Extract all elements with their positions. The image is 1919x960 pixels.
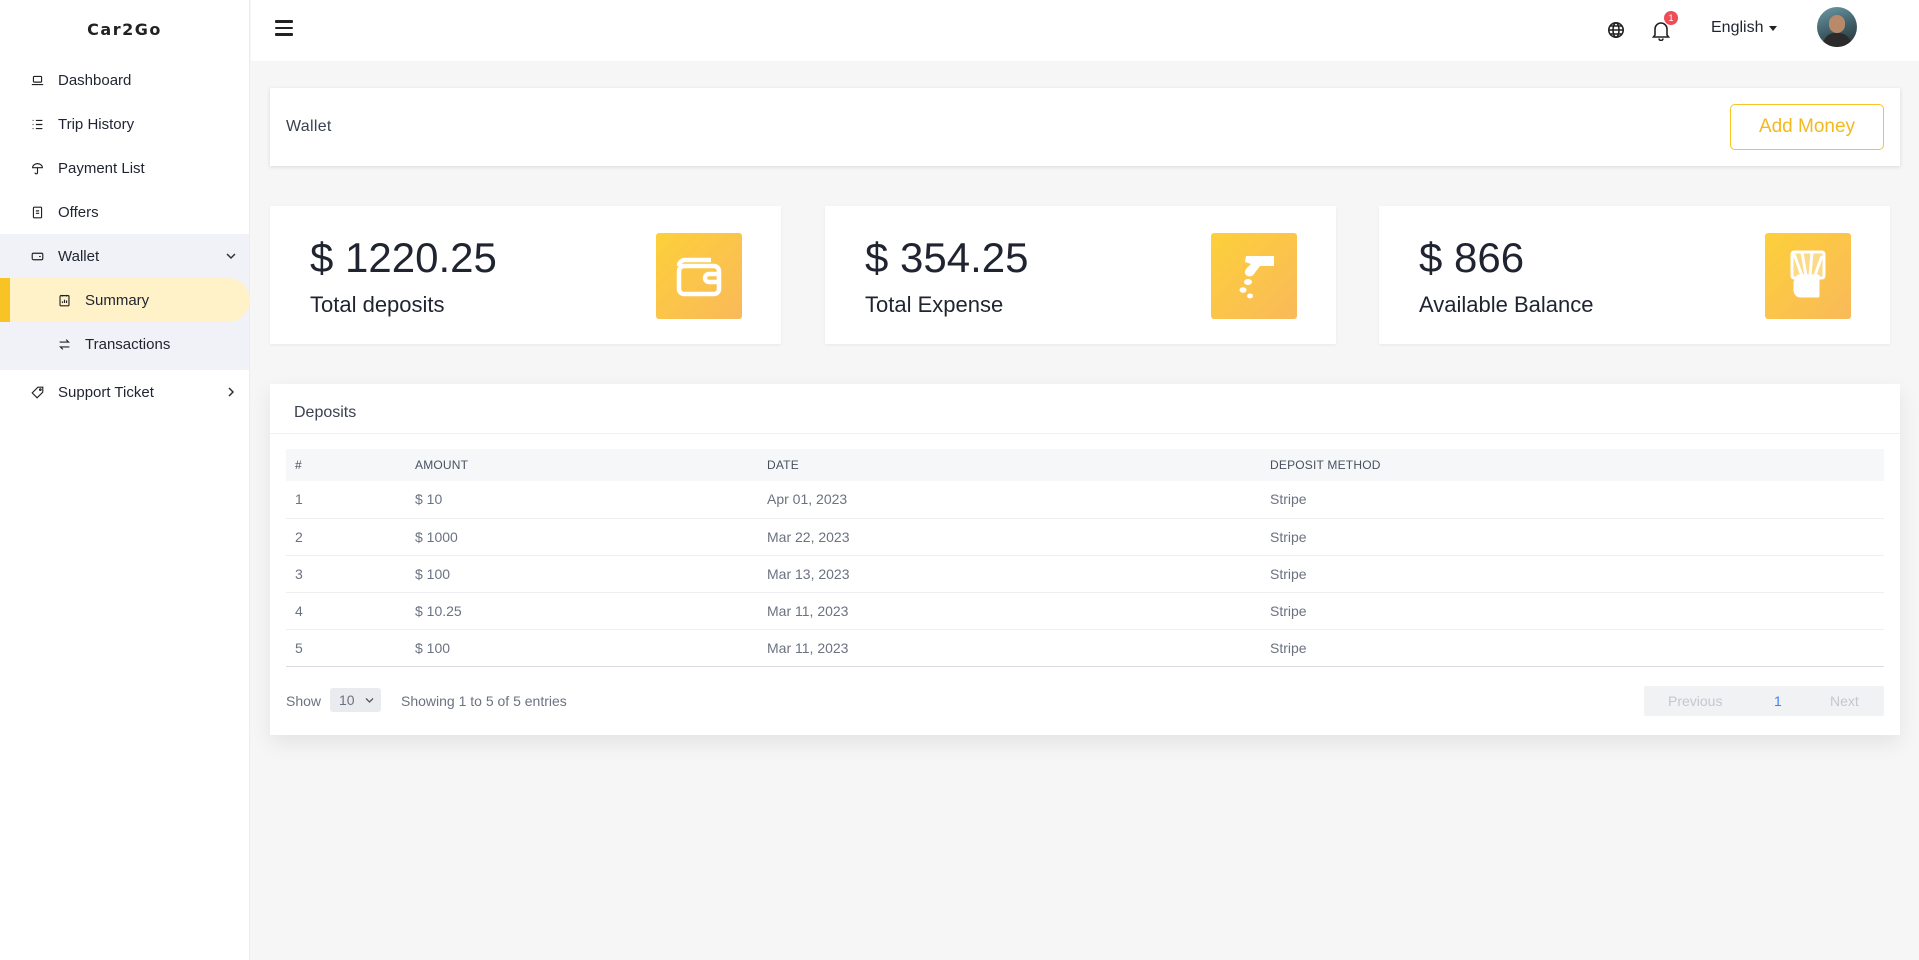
menu-toggle-icon[interactable]: [275, 20, 293, 36]
cell-method: Stripe: [1261, 481, 1884, 519]
divider: [270, 433, 1900, 434]
brand-logo[interactable]: Car2Go: [0, 0, 249, 58]
entries-info: Showing 1 to 5 of 5 entries: [401, 693, 567, 709]
sidebar-item-trip-history[interactable]: Trip History: [0, 102, 249, 146]
stat-card-available-balance: $ 866 Available Balance: [1379, 206, 1890, 344]
deposits-card: Deposits # AMOUNT DATE DEPOSIT METHOD 1 …: [270, 384, 1900, 735]
cell-method: Stripe: [1261, 555, 1884, 593]
stat-value: $ 1220.25: [310, 234, 497, 281]
laptop-icon: [30, 73, 44, 87]
stat-card-total-expense: $ 354.25 Total Expense: [825, 206, 1336, 344]
cell-index: 3: [286, 555, 406, 593]
cell-method: Stripe: [1261, 518, 1884, 556]
sidebar-item-label: Payment List: [58, 159, 145, 177]
next-page-button[interactable]: Next: [1830, 693, 1859, 709]
wallet-header-card: Wallet Add Money: [270, 88, 1900, 166]
wallet-submenu: Summary Transactions: [0, 278, 250, 370]
document-icon: [30, 205, 44, 219]
chevron-right-icon: [228, 387, 235, 397]
tag-icon: [30, 385, 44, 399]
table-row: 2 $ 1000 Mar 22, 2023 Stripe: [286, 518, 1884, 556]
table-row: 3 $ 100 Mar 13, 2023 Stripe: [286, 555, 1884, 593]
topbar: 1 English: [251, 0, 1919, 61]
column-header-index[interactable]: #: [286, 449, 406, 481]
avatar[interactable]: [1817, 7, 1857, 47]
sidebar-item-label: Dashboard: [58, 71, 132, 89]
stat-label: Total deposits: [310, 292, 445, 317]
chevron-down-icon: [365, 698, 374, 703]
wallet-icon: [656, 233, 742, 319]
cell-method: Stripe: [1261, 629, 1884, 667]
sidebar-item-label: Wallet: [58, 247, 100, 265]
cell-date: Mar 22, 2023: [758, 518, 1261, 556]
sidebar-item-label: Offers: [58, 203, 99, 221]
table-footer: Show 10 Showing 1 to 5 of 5 entries Prev…: [286, 686, 1884, 716]
cell-amount: $ 1000: [406, 518, 758, 556]
column-header-amount[interactable]: AMOUNT: [406, 449, 758, 481]
hand-coins-icon: [1211, 233, 1297, 319]
notification-badge: 1: [1664, 11, 1678, 25]
table-row: 4 $ 10.25 Mar 11, 2023 Stripe: [286, 592, 1884, 630]
stat-value: $ 354.25: [865, 234, 1029, 281]
cell-amount: $ 100: [406, 629, 758, 667]
sidebar-item-dashboard[interactable]: Dashboard: [0, 58, 249, 102]
page-number-button[interactable]: 1: [1774, 693, 1782, 709]
sidebar-item-support-ticket[interactable]: Support Ticket: [0, 370, 249, 414]
sidebar-item-label: Trip History: [58, 115, 135, 133]
globe-icon[interactable]: [1607, 21, 1625, 39]
cell-date: Mar 11, 2023: [758, 592, 1261, 630]
sidebar-item-label: Support Ticket: [58, 383, 154, 401]
sidebar-item-offers[interactable]: Offers: [0, 190, 249, 234]
column-header-method[interactable]: DEPOSIT METHOD: [1261, 449, 1884, 481]
previous-page-button[interactable]: Previous: [1668, 693, 1722, 709]
stat-label: Total Expense: [865, 292, 1004, 317]
column-header-date[interactable]: DATE: [758, 449, 1261, 481]
deposits-table: # AMOUNT DATE DEPOSIT METHOD 1 $ 10 Apr …: [286, 449, 1884, 667]
language-label: English: [1711, 19, 1764, 36]
sidebar-item-wallet[interactable]: Wallet: [0, 234, 249, 278]
chevron-down-icon: [226, 253, 236, 260]
section-title: Deposits: [294, 404, 357, 421]
stat-label: Available Balance: [1419, 292, 1594, 317]
cell-amount: $ 10: [406, 481, 758, 519]
page-size-select[interactable]: 10: [330, 688, 381, 712]
table-row: 1 $ 10 Apr 01, 2023 Stripe: [286, 481, 1884, 519]
cell-index: 2: [286, 518, 406, 556]
sidebar-item-label: Transactions: [85, 335, 171, 353]
cell-index: 1: [286, 481, 406, 519]
wallet-icon: [30, 249, 44, 263]
cell-amount: $ 10.25: [406, 592, 758, 630]
cell-method: Stripe: [1261, 592, 1884, 630]
table-row: 5 $ 100 Mar 11, 2023 Stripe: [286, 629, 1884, 667]
cell-amount: $ 100: [406, 555, 758, 593]
list-icon: [30, 117, 44, 131]
sidebar-item-label: Summary: [85, 291, 150, 309]
page-size-value: 10: [339, 692, 355, 708]
show-label: Show: [286, 693, 322, 709]
cell-date: Mar 11, 2023: [758, 629, 1261, 667]
cell-index: 5: [286, 629, 406, 667]
language-dropdown[interactable]: English: [1711, 19, 1778, 37]
sidebar: Car2Go Dashboard Trip History Payment Li…: [0, 0, 250, 960]
cell-date: Apr 01, 2023: [758, 481, 1261, 519]
sidebar-subitem-summary[interactable]: Summary: [0, 278, 250, 322]
page-title: Wallet: [286, 118, 332, 135]
table-header-row: # AMOUNT DATE DEPOSIT METHOD: [286, 449, 1884, 481]
caret-down-icon: [1769, 25, 1778, 31]
sidebar-item-payment-list[interactable]: Payment List: [0, 146, 249, 190]
money-hand-icon: [1765, 233, 1851, 319]
add-money-button[interactable]: Add Money: [1730, 104, 1884, 150]
umbrella-icon: [30, 161, 44, 175]
stat-card-total-deposits: $ 1220.25 Total deposits: [270, 206, 781, 344]
stat-value: $ 866: [1419, 234, 1525, 281]
pagination: Previous 1 Next: [1644, 686, 1884, 716]
sidebar-subitem-transactions[interactable]: Transactions: [0, 322, 249, 366]
swap-icon: [57, 337, 71, 351]
cell-date: Mar 13, 2023: [758, 555, 1261, 593]
cell-index: 4: [286, 592, 406, 630]
report-icon: [57, 293, 71, 307]
